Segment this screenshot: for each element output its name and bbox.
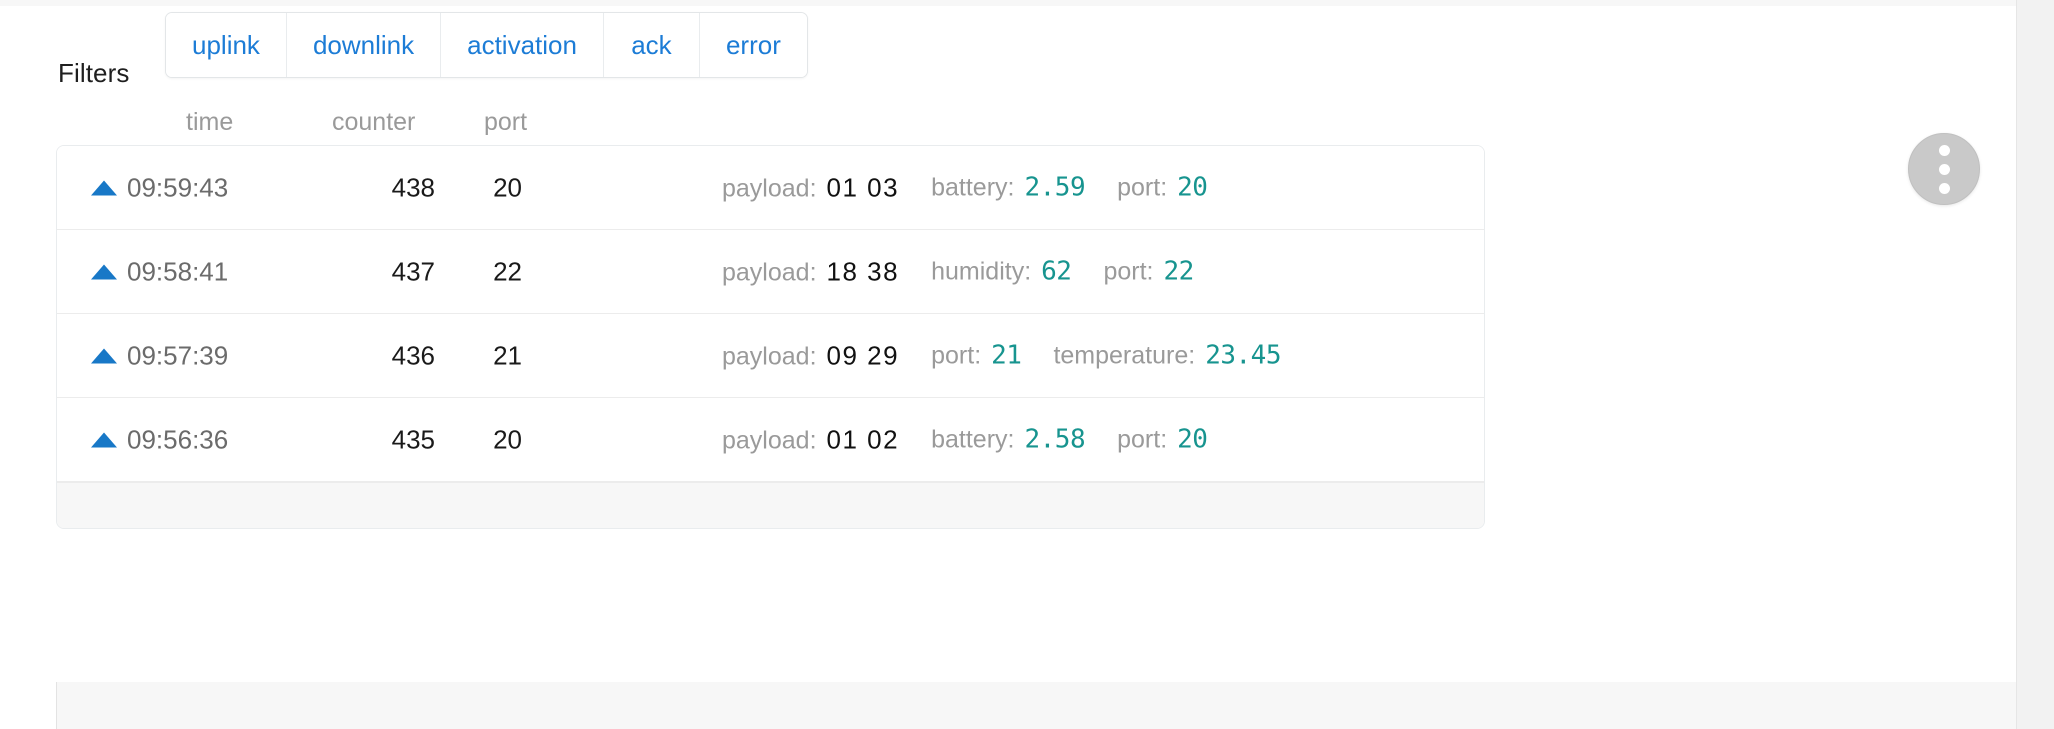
field-battery: battery: 2.59 (931, 173, 1085, 203)
field-value: 62 (1041, 256, 1072, 287)
column-header-port: port (484, 108, 528, 136)
field-value: 21 (991, 340, 1022, 371)
field-key: port: (1117, 425, 1168, 454)
cell-port: 20 (493, 424, 522, 454)
cell-time: 09:56:36 (127, 424, 229, 454)
field-port: port: 20 (1117, 172, 1208, 203)
cell-time: 09:58:41 (127, 256, 229, 286)
field-key: port: (931, 341, 982, 370)
uplink-arrow-icon (91, 348, 117, 363)
field-temperature: temperature: 23.45 (1053, 341, 1281, 371)
table-column-headers: time counter port (0, 108, 1970, 148)
field-key: humidity: (931, 257, 1032, 286)
field-payload: payload: 09 29 (722, 340, 899, 371)
field-value: 01 02 (826, 424, 900, 454)
column-header-counter: counter (332, 108, 416, 136)
table-row[interactable]: 09:56:36 435 20 payload: 01 02 battery: … (57, 398, 1484, 482)
table-row[interactable]: 09:59:43 438 20 payload: 01 03 battery: … (57, 146, 1484, 230)
cell-counter: 438 (391, 172, 435, 202)
field-payload: payload: 18 38 (722, 256, 899, 287)
field-port: port: 20 (1117, 424, 1208, 455)
cell-counter: 436 (391, 340, 435, 370)
kebab-dot (1938, 144, 1950, 156)
cell-port: 20 (493, 172, 522, 202)
field-key: battery: (931, 173, 1015, 202)
table-row[interactable]: 09:57:39 436 21 payload: 09 29 port: 21 … (57, 314, 1484, 398)
field-value: 20 (1177, 172, 1208, 203)
cell-counter: 435 (391, 424, 435, 454)
kebab-dot (1938, 163, 1950, 175)
filters-label: Filters (58, 58, 130, 88)
right-scroll-gutter[interactable] (2016, 0, 2054, 729)
field-payload: payload: 01 03 (722, 172, 899, 203)
field-key: port: (1117, 173, 1168, 202)
table-row[interactable]: 09:58:41 437 22 payload: 18 38 humidity:… (57, 230, 1484, 314)
cell-port: 21 (493, 340, 522, 370)
field-value: 18 38 (826, 256, 900, 286)
filter-button-downlink[interactable]: downlink (286, 13, 442, 77)
row-fields: payload: 09 29 port: 21 temperature: 23.… (722, 340, 1281, 371)
row-fields: payload: 18 38 humidity: 62 port: 22 (722, 256, 1194, 287)
events-table: 09:59:43 438 20 payload: 01 03 battery: … (56, 145, 1485, 529)
field-key: payload: (722, 174, 817, 202)
cell-counter: 437 (391, 256, 435, 286)
field-port: port: 21 (931, 340, 1022, 371)
field-payload: payload: 01 02 (722, 424, 899, 455)
field-battery: battery: 2.58 (931, 425, 1085, 455)
kebab-dot (1938, 182, 1950, 194)
cell-time: 09:57:39 (127, 340, 229, 370)
filter-button-error[interactable]: error (699, 13, 807, 77)
row-fields: payload: 01 02 battery: 2.58 port: 20 (722, 424, 1208, 455)
field-key: port: (1103, 257, 1154, 286)
field-key: temperature: (1053, 341, 1196, 370)
field-port: port: 22 (1103, 256, 1195, 287)
column-header-time: time (186, 108, 234, 136)
filter-button-uplink[interactable]: uplink (166, 13, 287, 77)
table-footer (57, 482, 1484, 528)
content-left-edge (56, 682, 57, 729)
page-background-footer (56, 682, 2016, 729)
field-value: 01 03 (826, 172, 900, 202)
field-value: 2.58 (1024, 424, 1086, 455)
field-key: payload: (722, 258, 817, 286)
field-key: payload: (722, 426, 817, 454)
field-value: 20 (1177, 424, 1208, 455)
field-key: payload: (722, 342, 817, 370)
field-humidity: humidity: 62 (931, 256, 1072, 287)
filter-bar: Filters uplink downlink activation ack e… (0, 6, 1970, 96)
filter-button-activation[interactable]: activation (441, 13, 604, 77)
row-fields: payload: 01 03 battery: 2.59 port: 20 (722, 172, 1208, 203)
field-value: 23.45 (1205, 340, 1281, 371)
filter-button-ack[interactable]: ack (603, 13, 700, 77)
uplink-arrow-icon (91, 180, 117, 195)
device-data-console: Filters uplink downlink activation ack e… (0, 0, 2054, 729)
field-value: 09 29 (826, 340, 900, 370)
field-value: 22 (1163, 256, 1195, 287)
field-value: 2.59 (1024, 172, 1086, 203)
cell-time: 09:59:43 (127, 172, 229, 202)
uplink-arrow-icon (91, 264, 117, 279)
field-key: battery: (931, 425, 1015, 454)
uplink-arrow-icon (91, 432, 117, 447)
filter-button-group: uplink downlink activation ack error (165, 12, 808, 78)
kebab-menu-icon[interactable] (1908, 133, 1980, 205)
cell-port: 22 (493, 256, 522, 286)
